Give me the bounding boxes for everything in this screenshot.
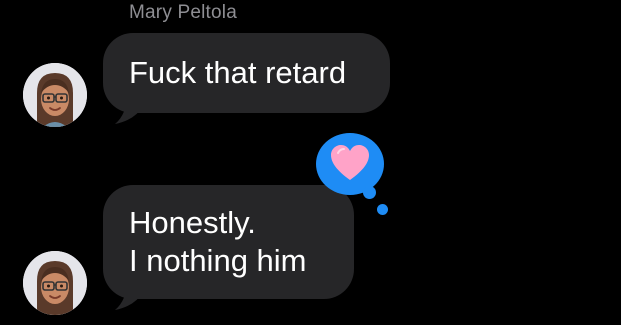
tapback-tail-dot	[377, 204, 388, 215]
memoji-icon	[23, 63, 87, 127]
memoji-icon	[23, 251, 87, 315]
message-bubble[interactable]: Fuck that retard	[103, 33, 390, 113]
message-text: Fuck that retard	[129, 55, 347, 90]
sender-avatar[interactable]	[23, 63, 87, 127]
tapback-reaction[interactable]	[316, 133, 384, 195]
tapback-tail-dot	[363, 186, 376, 199]
conversation-view: Mary Peltola Fuck that retard Honestly. …	[0, 0, 621, 325]
heart-icon	[331, 145, 369, 180]
message-text-line: I nothing him	[129, 243, 307, 278]
sender-avatar[interactable]	[23, 251, 87, 315]
sender-name: Mary Peltola	[129, 2, 237, 23]
message-text-line: Honestly.	[129, 205, 256, 240]
message-bubble[interactable]: Honestly. I nothing him	[103, 185, 354, 299]
